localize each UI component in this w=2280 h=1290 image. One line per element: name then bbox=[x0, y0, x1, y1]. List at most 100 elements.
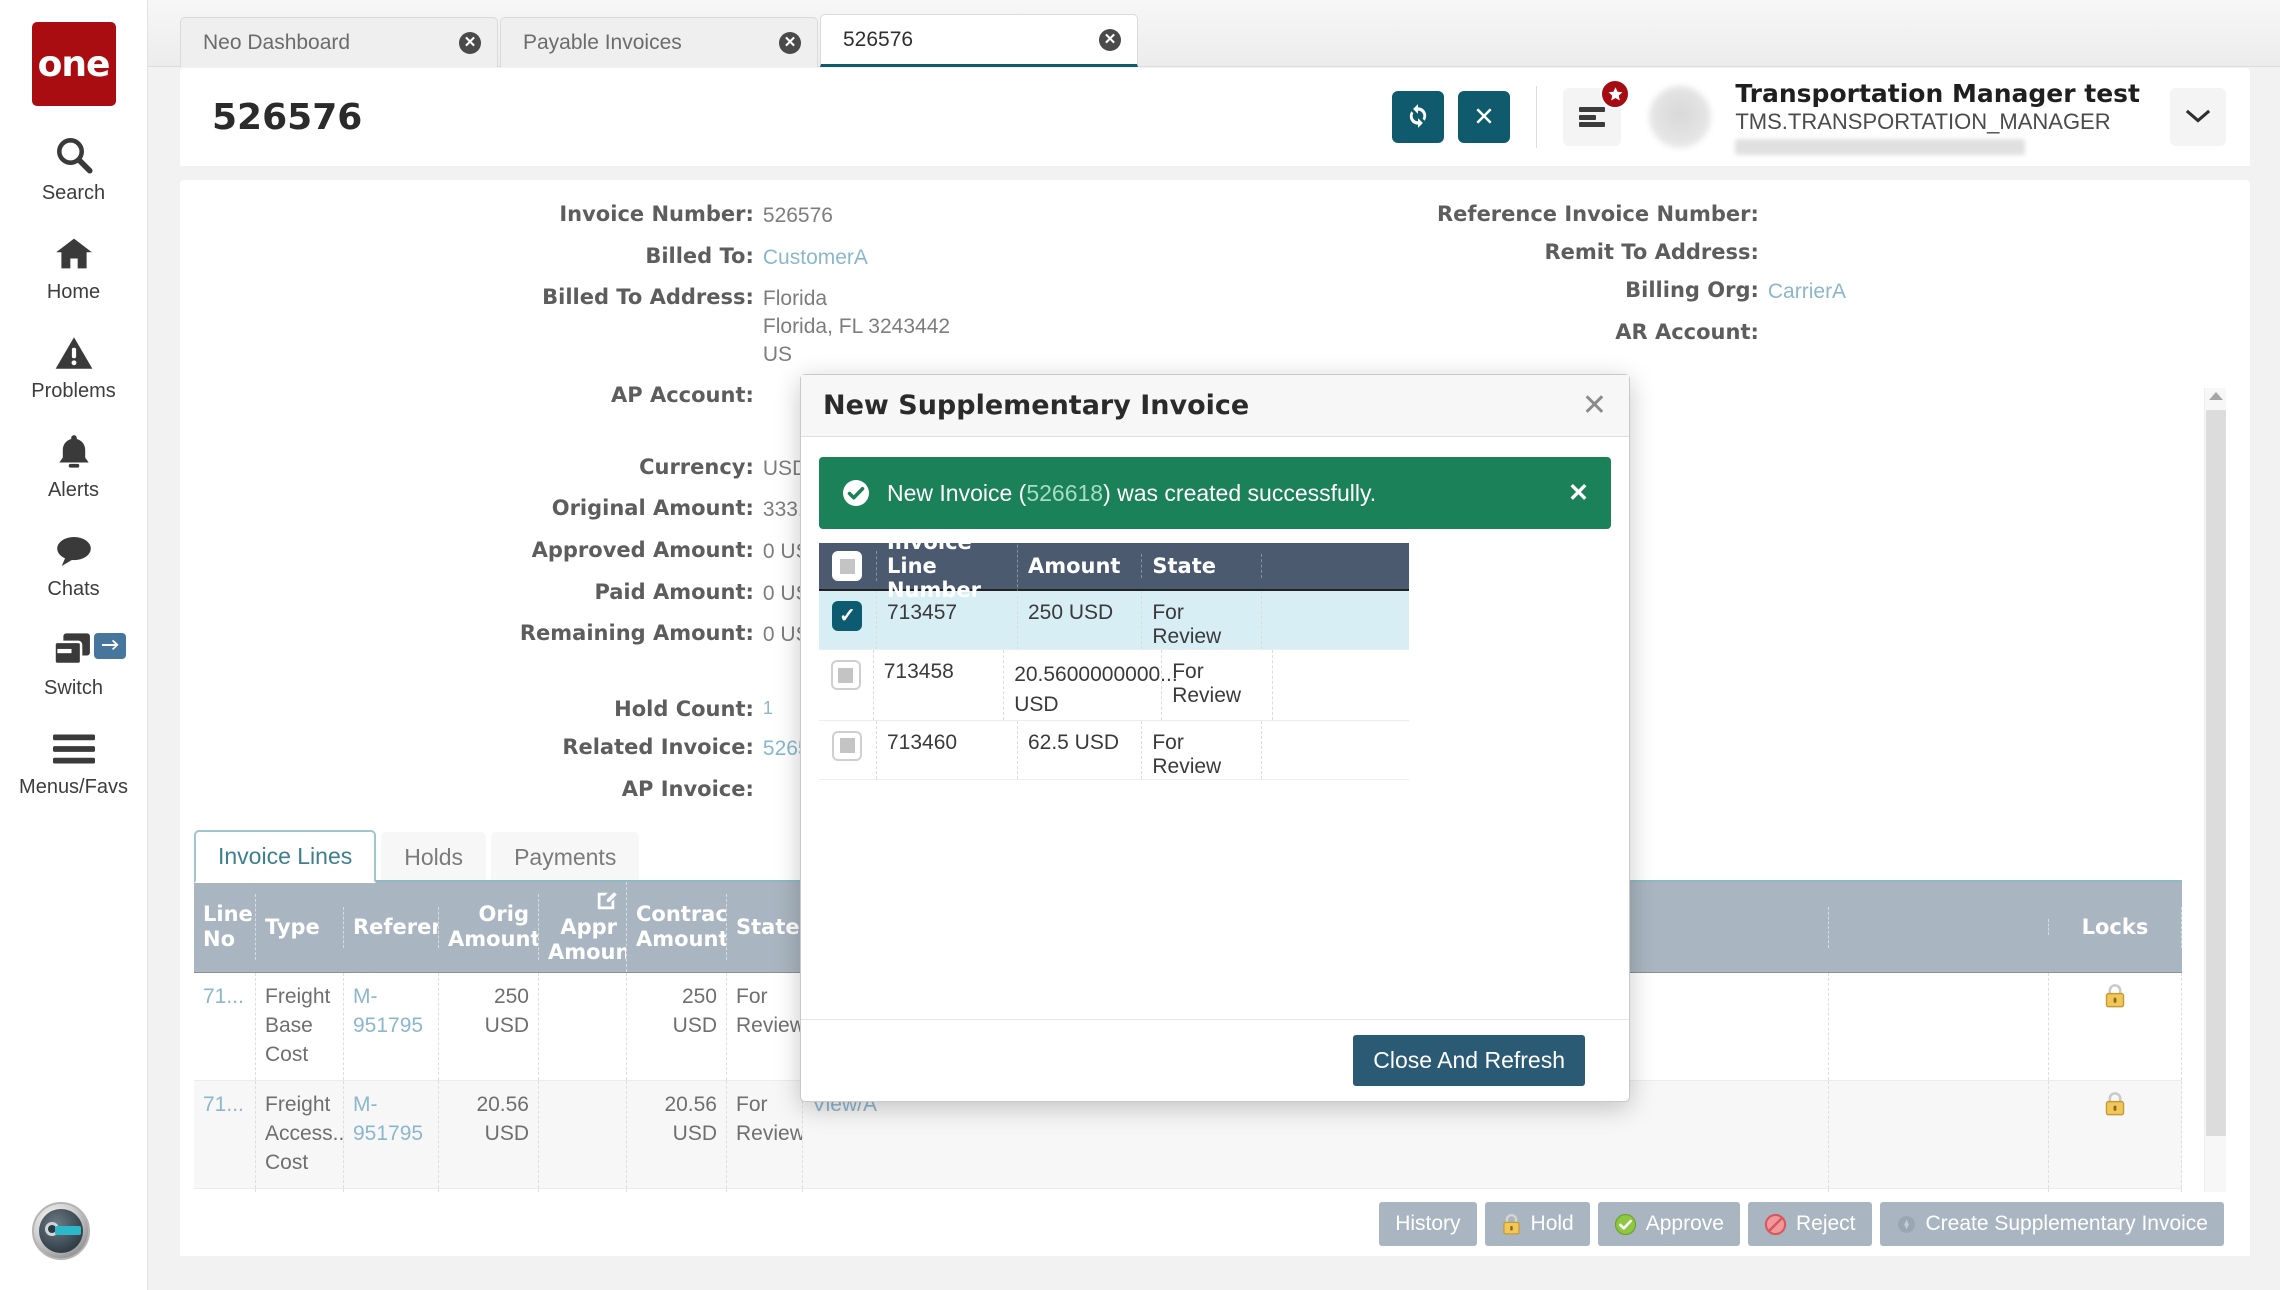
column-header-locks[interactable]: Locks bbox=[2049, 906, 2182, 948]
swap-arrows-icon[interactable] bbox=[93, 633, 126, 659]
cell-type: Freight Access... Cost bbox=[256, 1081, 344, 1189]
ai-robot-avatar-icon[interactable] bbox=[32, 1202, 90, 1260]
field-label: Approved Amount: bbox=[531, 538, 754, 563]
table-row[interactable]: 713460 62.5 USD For Review bbox=[819, 720, 1409, 780]
checkbox-icon[interactable] bbox=[832, 730, 863, 761]
sidebar-item-problems[interactable]: Problems bbox=[0, 330, 148, 403]
field-label: Billed To: bbox=[645, 243, 754, 268]
sidebar-label-alerts: Alerts bbox=[47, 479, 100, 501]
user-name: Transportation Manager test bbox=[1735, 79, 2140, 109]
history-button[interactable]: History bbox=[1379, 1202, 1477, 1246]
scroll-up-arrow-icon[interactable] bbox=[2209, 392, 2223, 400]
modal-title: New Supplementary Invoice bbox=[823, 390, 1250, 421]
cell-reference[interactable]: M-951795 bbox=[344, 1081, 439, 1189]
field-label: Currency: bbox=[639, 454, 754, 479]
content-scrollbar[interactable] bbox=[2204, 388, 2226, 1215]
column-header-state[interactable]: State bbox=[1142, 554, 1263, 578]
field-label: Hold Count: bbox=[614, 697, 754, 722]
hold-button[interactable]: Hold bbox=[1484, 1202, 1590, 1246]
field-billed-to: Billed To: CustomerA bbox=[180, 244, 1185, 272]
close-x-icon[interactable]: ✕ bbox=[1568, 478, 1589, 508]
close-circle-icon[interactable]: ✕ bbox=[779, 31, 801, 54]
cell-reference[interactable]: M-951795 bbox=[344, 973, 439, 1081]
table-row[interactable]: ✓ 713457 250 USD For Review bbox=[819, 591, 1409, 650]
tab-invoice-lines[interactable]: Invoice Lines bbox=[194, 830, 377, 883]
cell-amount: 20.5600000000... USD bbox=[1004, 650, 1178, 720]
user-avatar-icon[interactable] bbox=[1649, 86, 1712, 148]
close-circle-icon[interactable]: ✕ bbox=[1099, 28, 1121, 51]
create-supplementary-invoice-button[interactable]: Create Supplementary Invoice bbox=[1879, 1202, 2224, 1246]
field-value[interactable]: 1 bbox=[763, 697, 773, 721]
table-header-row: Invoice Line Number Amount State bbox=[819, 530, 1409, 602]
cell-state: For Review bbox=[727, 1081, 803, 1189]
modal-header: New Supplementary Invoice ✕ bbox=[801, 375, 1629, 437]
tab-payments[interactable]: Payments bbox=[491, 832, 640, 883]
close-x-icon[interactable]: ✕ bbox=[1582, 390, 1607, 421]
sidebar-item-search[interactable]: Search bbox=[0, 132, 148, 205]
reject-button[interactable]: Reject bbox=[1747, 1202, 1872, 1246]
column-header-type[interactable]: Type bbox=[256, 906, 344, 948]
field-value-link[interactable]: CarrierA bbox=[1768, 278, 1846, 306]
sidebar-item-menus-favs[interactable]: Menus/Favs bbox=[0, 726, 148, 799]
checkbox-icon[interactable] bbox=[832, 551, 863, 581]
cell-amount: 62.5 USD bbox=[1018, 720, 1143, 779]
user-menu-button[interactable] bbox=[2170, 88, 2226, 146]
cell-amount: 250 USD bbox=[1018, 591, 1143, 649]
close-and-refresh-button[interactable]: Close And Refresh bbox=[1353, 1035, 1585, 1086]
alert-text-after: ) was created successfully. bbox=[1103, 479, 1377, 506]
close-page-button[interactable] bbox=[1458, 91, 1511, 143]
search-icon bbox=[53, 132, 95, 178]
close-circle-icon[interactable]: ✕ bbox=[459, 31, 481, 54]
cell-line-no[interactable]: 71... bbox=[194, 973, 256, 1081]
user-info: Transportation Manager test TMS.TRANSPOR… bbox=[1735, 79, 2140, 155]
field-label: Related Invoice: bbox=[562, 735, 754, 760]
scrollbar-thumb[interactable] bbox=[2206, 410, 2226, 1136]
sidebar-item-home[interactable]: Home bbox=[0, 231, 148, 304]
app-logo[interactable]: one bbox=[31, 22, 116, 106]
assistant-head bbox=[39, 1209, 83, 1253]
modal-body: New Invoice (526618) was created success… bbox=[801, 437, 1629, 1019]
approve-button-label: Approve bbox=[1645, 1212, 1724, 1235]
cell-tax-info bbox=[1829, 1081, 2049, 1189]
field-label: Original Amount: bbox=[551, 496, 754, 521]
tab-label: Payable Invoices bbox=[523, 30, 682, 54]
header-menu-button[interactable] bbox=[1563, 79, 1631, 146]
cell-line-no[interactable]: 71... bbox=[194, 1081, 256, 1189]
alert-text-before: New Invoice ( bbox=[887, 479, 1027, 506]
sidebar-item-switch[interactable]: Switch bbox=[0, 627, 148, 700]
sidebar-item-alerts[interactable]: Alerts bbox=[0, 429, 148, 502]
field-billing-org: Billing Org: CarrierA bbox=[1185, 278, 2190, 306]
cell-appr-amount bbox=[539, 973, 627, 1081]
table-row[interactable]: 713458 20.5600000000... USD For Review bbox=[819, 650, 1409, 721]
alert-invoice-number[interactable]: 526618 bbox=[1026, 480, 1103, 506]
column-header-orig-amount[interactable]: Orig Amount bbox=[439, 894, 539, 960]
field-label: AP Account: bbox=[611, 382, 754, 407]
column-header-amount[interactable]: Amount bbox=[1018, 554, 1143, 578]
column-header-blank[interactable] bbox=[1829, 919, 2049, 936]
checkbox-icon[interactable] bbox=[830, 660, 861, 690]
tab-526576[interactable]: 526576 ✕ bbox=[820, 14, 1138, 67]
sidebar-label-switch-chats: Chats bbox=[47, 578, 100, 600]
refresh-button[interactable] bbox=[1392, 91, 1445, 143]
cell-orig-amount: 250 USD bbox=[439, 973, 539, 1081]
tab-payable-invoices[interactable]: Payable Invoices ✕ bbox=[500, 17, 818, 67]
column-header-state[interactable]: State bbox=[727, 906, 803, 948]
tab-neo-dashboard[interactable]: Neo Dashboard ✕ bbox=[180, 17, 498, 67]
column-header-contracted-amount[interactable]: Contracted Amount bbox=[627, 894, 727, 960]
tab-holds[interactable]: Holds bbox=[381, 832, 487, 883]
success-alert: New Invoice (526618) was created success… bbox=[819, 457, 1611, 529]
field-value-link[interactable]: CustomerA bbox=[763, 244, 868, 272]
approve-button[interactable]: Approve bbox=[1597, 1202, 1740, 1246]
alert-content: New Invoice (526618) was created success… bbox=[841, 478, 1376, 508]
column-header-line-no[interactable]: Line No bbox=[194, 894, 256, 960]
checkbox-icon[interactable]: ✓ bbox=[832, 601, 863, 631]
cell-invoice-line-number: 713460 bbox=[877, 720, 1018, 779]
cell-state: For Review bbox=[1162, 650, 1274, 720]
cell-contracted-amount: 20.56 USD bbox=[627, 1081, 727, 1189]
new-supplementary-invoice-modal: New Supplementary Invoice ✕ New Invoice … bbox=[800, 374, 1630, 1102]
column-header-reference[interactable]: Reference bbox=[344, 906, 439, 948]
column-header-appr-amount[interactable]: Appr Amount bbox=[539, 882, 627, 973]
sidebar-item-chats[interactable]: Chats bbox=[0, 528, 148, 601]
tab-label: Neo Dashboard bbox=[203, 30, 351, 54]
reject-circle-icon bbox=[1764, 1213, 1787, 1236]
